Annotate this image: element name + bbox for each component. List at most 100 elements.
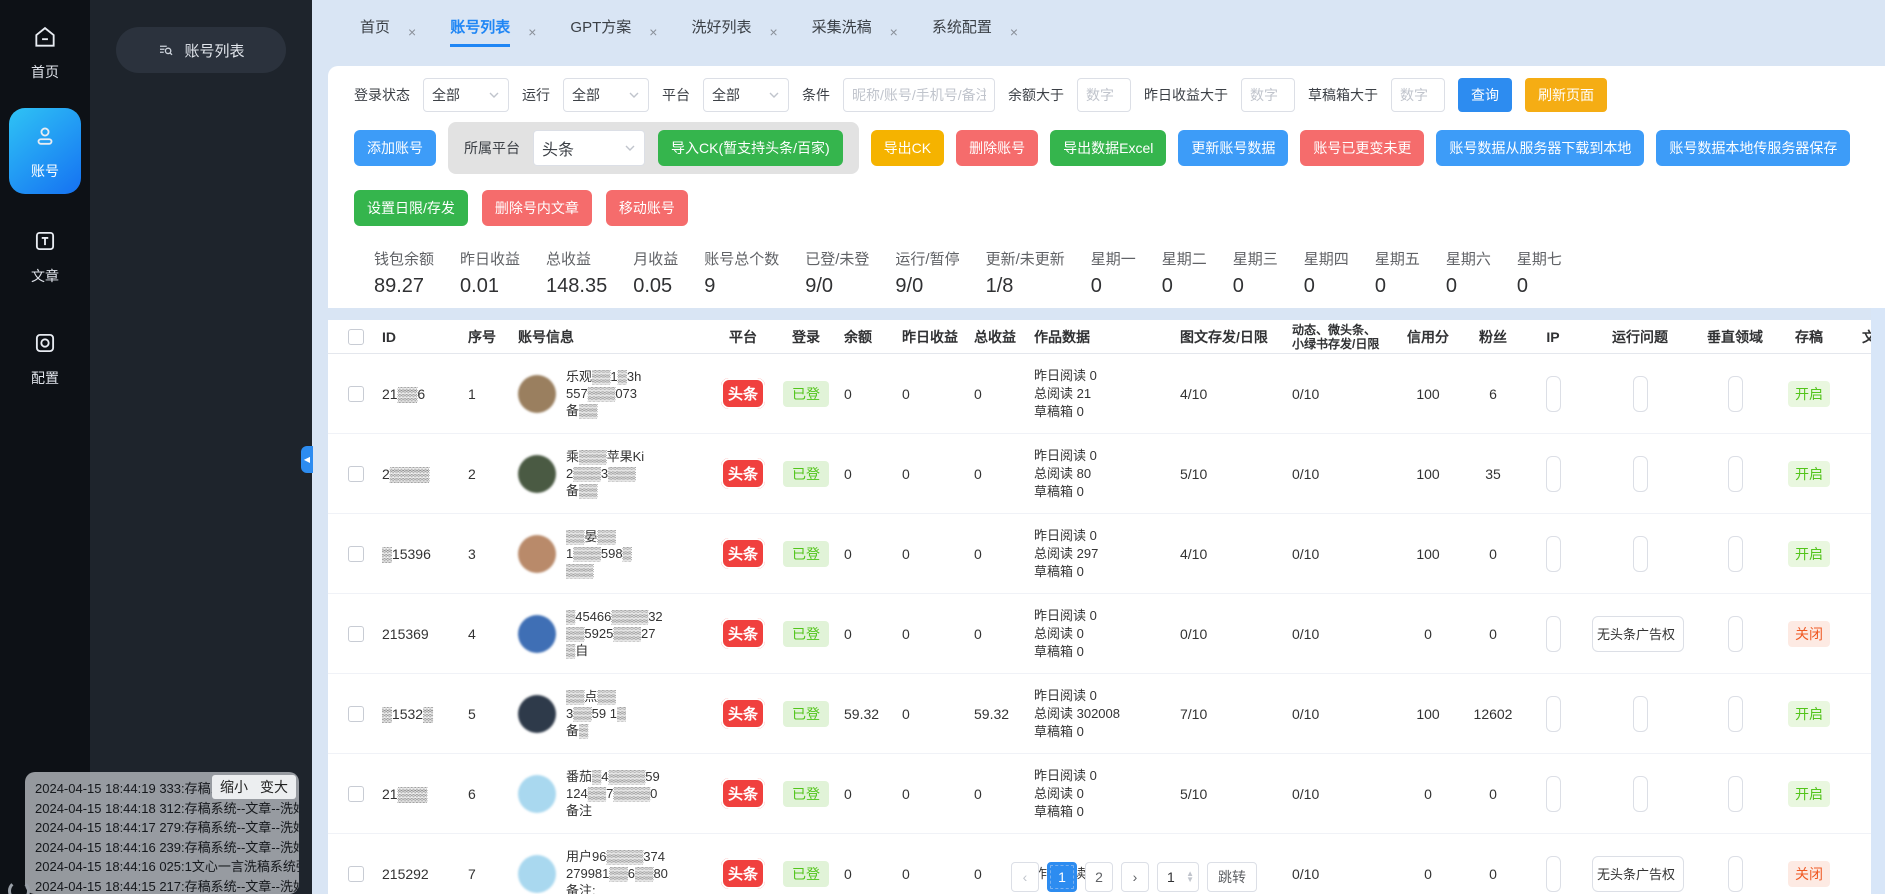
toolbar-button[interactable]: 更新账号数据	[1178, 130, 1288, 166]
row-checkbox[interactable]	[348, 546, 364, 562]
page-jump-input[interactable]: 1 ▲▼	[1157, 862, 1199, 892]
cell-fans: 0	[1462, 546, 1524, 562]
tab-close-icon[interactable]: ×	[408, 24, 416, 40]
page-tab[interactable]: 系统配置 ×	[932, 16, 1018, 47]
menu-search[interactable]: 账号列表	[116, 27, 286, 73]
page-tab[interactable]: 洗好列表 ×	[691, 16, 777, 47]
sidebar-item-label: 首页	[8, 62, 82, 82]
draftbox-filter-input[interactable]	[1391, 78, 1445, 112]
select-all-checkbox[interactable]	[348, 329, 364, 345]
ip-input[interactable]	[1546, 856, 1561, 892]
platform-select[interactable]: 全部	[703, 78, 789, 112]
vertical-field-input[interactable]	[1728, 776, 1743, 812]
spinner-icons[interactable]: ▲▼	[1186, 871, 1194, 883]
run-select[interactable]: 全部	[563, 78, 649, 112]
toolbar-button[interactable]: 删除账号	[956, 130, 1038, 166]
sidebar-item-home[interactable]: 首页	[8, 24, 82, 82]
page-2-button[interactable]: 2	[1085, 862, 1113, 892]
import-ck-button[interactable]: 导入CK(暂支持头条/百家)	[658, 130, 843, 166]
tab-close-icon[interactable]: ×	[769, 24, 777, 40]
tab-close-icon[interactable]: ×	[890, 24, 898, 40]
cell-credit-score: 100	[1394, 546, 1462, 562]
vertical-field-input[interactable]	[1728, 376, 1743, 412]
toolbar-button[interactable]: 导出数据Excel	[1050, 130, 1166, 166]
vertical-field-input[interactable]	[1728, 616, 1743, 652]
cell-account-info: 乘▒▒▒苹果Ki 2▒▒▒3▒▒▒ 备▒▒	[518, 448, 712, 499]
toolbar-button[interactable]: 账号数据从服务器下载到本地	[1436, 130, 1644, 166]
tab-label: 采集洗稿	[812, 16, 872, 47]
log-zoom-in-button[interactable]: 变大	[260, 777, 288, 797]
tab-label: 账号列表	[450, 16, 510, 47]
account-nickname: 乘▒▒▒苹果Ki	[566, 448, 644, 465]
stat-item: 账号总个数 9	[704, 248, 779, 298]
query-button[interactable]: 查询	[1458, 78, 1512, 112]
cell-index: 7	[468, 866, 518, 882]
ip-input[interactable]	[1546, 776, 1561, 812]
log-zoom-out-button[interactable]: 缩小	[220, 777, 248, 797]
stat-value: 0	[1162, 275, 1207, 298]
stat-value: 0	[1517, 275, 1562, 298]
run-problem-input[interactable]: 无头条广告权	[1592, 616, 1684, 652]
chevron-down-icon	[768, 89, 780, 101]
toolbar-button[interactable]: 导出CK	[871, 130, 944, 166]
toolbar-button[interactable]: 删除号内文章	[482, 190, 592, 226]
row-checkbox[interactable]	[348, 866, 364, 882]
ip-input[interactable]	[1546, 696, 1561, 732]
row-checkbox[interactable]	[348, 786, 364, 802]
stat-value: 0	[1233, 275, 1278, 298]
cell-fans: 0	[1462, 626, 1524, 642]
toolbar-button[interactable]: 账号数据本地传服务器保存	[1656, 130, 1850, 166]
run-problem-input[interactable]: 无头条广告权	[1592, 856, 1684, 892]
ip-input[interactable]	[1546, 376, 1561, 412]
row-checkbox[interactable]	[348, 626, 364, 642]
run-problem-input[interactable]	[1633, 696, 1648, 732]
ip-input[interactable]	[1546, 456, 1561, 492]
owning-platform-select[interactable]: 头条	[533, 130, 645, 166]
page-1-button[interactable]: 1	[1047, 862, 1077, 892]
toolbar-button[interactable]: 账号已更变未更	[1300, 130, 1424, 166]
yesterday-filter-input[interactable]	[1241, 78, 1295, 112]
sidebar-item-config[interactable]: 配置	[8, 330, 82, 388]
tab-close-icon[interactable]: ×	[528, 24, 536, 40]
jump-button[interactable]: 跳转	[1207, 862, 1257, 892]
next-page-button[interactable]: ›	[1121, 862, 1149, 892]
toolbar-button[interactable]: 设置日限/存发	[354, 190, 468, 226]
ip-input[interactable]	[1546, 616, 1561, 652]
condition-input[interactable]	[843, 78, 995, 112]
panel-collapse-button[interactable]: ◀	[301, 446, 313, 473]
run-problem-input[interactable]	[1633, 536, 1648, 572]
run-problem-input[interactable]	[1633, 376, 1648, 412]
prev-page-button[interactable]: ‹	[1011, 862, 1039, 892]
log-line: 2024-04-15 18:44:17 279:存稿系统--文章--洗好列表没	[35, 818, 299, 838]
vertical-field-input[interactable]	[1728, 536, 1743, 572]
add-account-button[interactable]: 添加账号	[354, 130, 436, 166]
page-tab[interactable]: GPT方案 ×	[570, 16, 657, 47]
tab-close-icon[interactable]: ×	[1010, 24, 1018, 40]
run-problem-input[interactable]	[1633, 456, 1648, 492]
horizontal-scroll-strip[interactable]	[1871, 308, 1885, 894]
cell-account-info: 番茄▒4▒▒▒▒59 124▒▒7▒▒▒▒0 备注	[518, 768, 712, 819]
page-tab[interactable]: 账号列表 ×	[450, 16, 536, 47]
row-checkbox[interactable]	[348, 466, 364, 482]
login-status-select[interactable]: 全部	[423, 78, 509, 112]
tab-close-icon[interactable]: ×	[649, 24, 657, 40]
user-icon	[32, 123, 58, 149]
avatar	[518, 615, 556, 653]
ip-input[interactable]	[1546, 536, 1561, 572]
platform-badge: 头条	[721, 458, 765, 489]
balance-filter-input[interactable]	[1077, 78, 1131, 112]
sidebar-item-accounts[interactable]: 账号	[9, 108, 81, 194]
sidebar-item-articles[interactable]: 文章	[8, 228, 82, 286]
col-image-limit: 图文存发/日限	[1164, 327, 1276, 347]
toolbar-button[interactable]: 移动账号	[606, 190, 688, 226]
vertical-field-input[interactable]	[1728, 696, 1743, 732]
run-problem-input[interactable]	[1633, 776, 1648, 812]
col-index: 序号	[468, 327, 518, 347]
row-checkbox[interactable]	[348, 706, 364, 722]
page-tab[interactable]: 首页 ×	[360, 16, 416, 47]
refresh-page-button[interactable]: 刷新页面	[1525, 78, 1607, 112]
page-tab[interactable]: 采集洗稿 ×	[812, 16, 898, 47]
row-checkbox[interactable]	[348, 386, 364, 402]
vertical-field-input[interactable]	[1728, 856, 1743, 892]
vertical-field-input[interactable]	[1728, 456, 1743, 492]
